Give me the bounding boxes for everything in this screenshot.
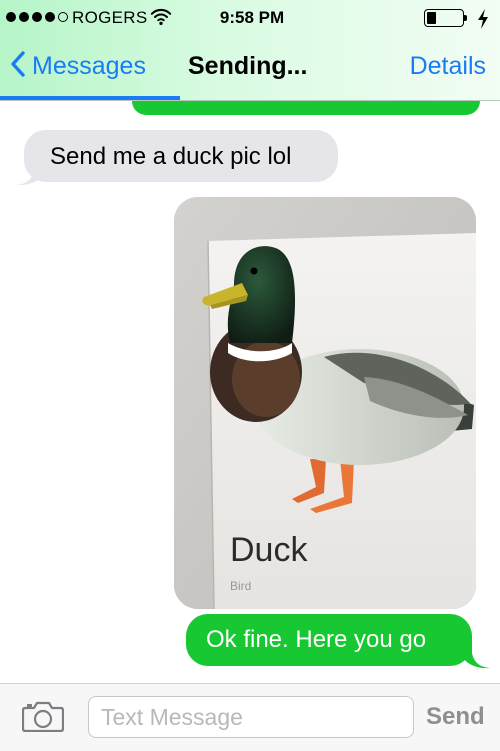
signal-strength-icon	[6, 12, 68, 22]
details-button[interactable]: Details	[410, 52, 486, 81]
incoming-bubble-tail	[16, 160, 44, 186]
header: ROGERS 9:58 PM Messages Sending... Detai…	[0, 0, 500, 101]
signal-dot	[58, 12, 68, 22]
signal-dot	[19, 12, 29, 22]
battery-icon	[424, 9, 472, 29]
outgoing-message-text: Ok fine. Here you go	[206, 626, 427, 653]
previous-message-bubble	[132, 101, 480, 115]
incoming-message-text: Send me a duck pic lol	[50, 143, 292, 170]
send-progress-bar	[0, 96, 180, 100]
signal-dot	[6, 12, 16, 22]
photo-caption: Duck	[230, 531, 308, 569]
back-chevron-icon	[10, 50, 26, 83]
outgoing-bubble-tail	[462, 643, 490, 669]
send-button[interactable]: Send	[426, 703, 485, 731]
photo-attachment[interactable]: Duck Bird	[174, 197, 476, 609]
battery-level	[427, 12, 436, 24]
signal-dot	[32, 12, 42, 22]
signal-dot	[45, 12, 55, 22]
back-button[interactable]: Messages	[10, 50, 146, 83]
page-title: Sending...	[188, 52, 308, 80]
carrier-name: ROGERS	[72, 8, 148, 27]
status-bar: ROGERS 9:58 PM	[0, 0, 500, 40]
incoming-message-bubble[interactable]: Send me a duck pic lol	[24, 130, 338, 182]
navigation-bar: Messages Sending... Details	[0, 40, 500, 94]
outgoing-message-bubble[interactable]: Ok fine. Here you go	[186, 614, 472, 666]
charging-bolt-icon	[476, 8, 490, 35]
status-time: 9:58 PM	[219, 8, 285, 27]
wifi-icon	[150, 6, 172, 33]
text-message-input[interactable]	[88, 696, 414, 738]
camera-icon[interactable]	[21, 700, 65, 737]
back-button-label: Messages	[32, 52, 146, 80]
message-composer: Send	[0, 683, 500, 751]
duck-photo-image	[174, 197, 476, 609]
photo-subcaption: Bird	[230, 579, 252, 593]
